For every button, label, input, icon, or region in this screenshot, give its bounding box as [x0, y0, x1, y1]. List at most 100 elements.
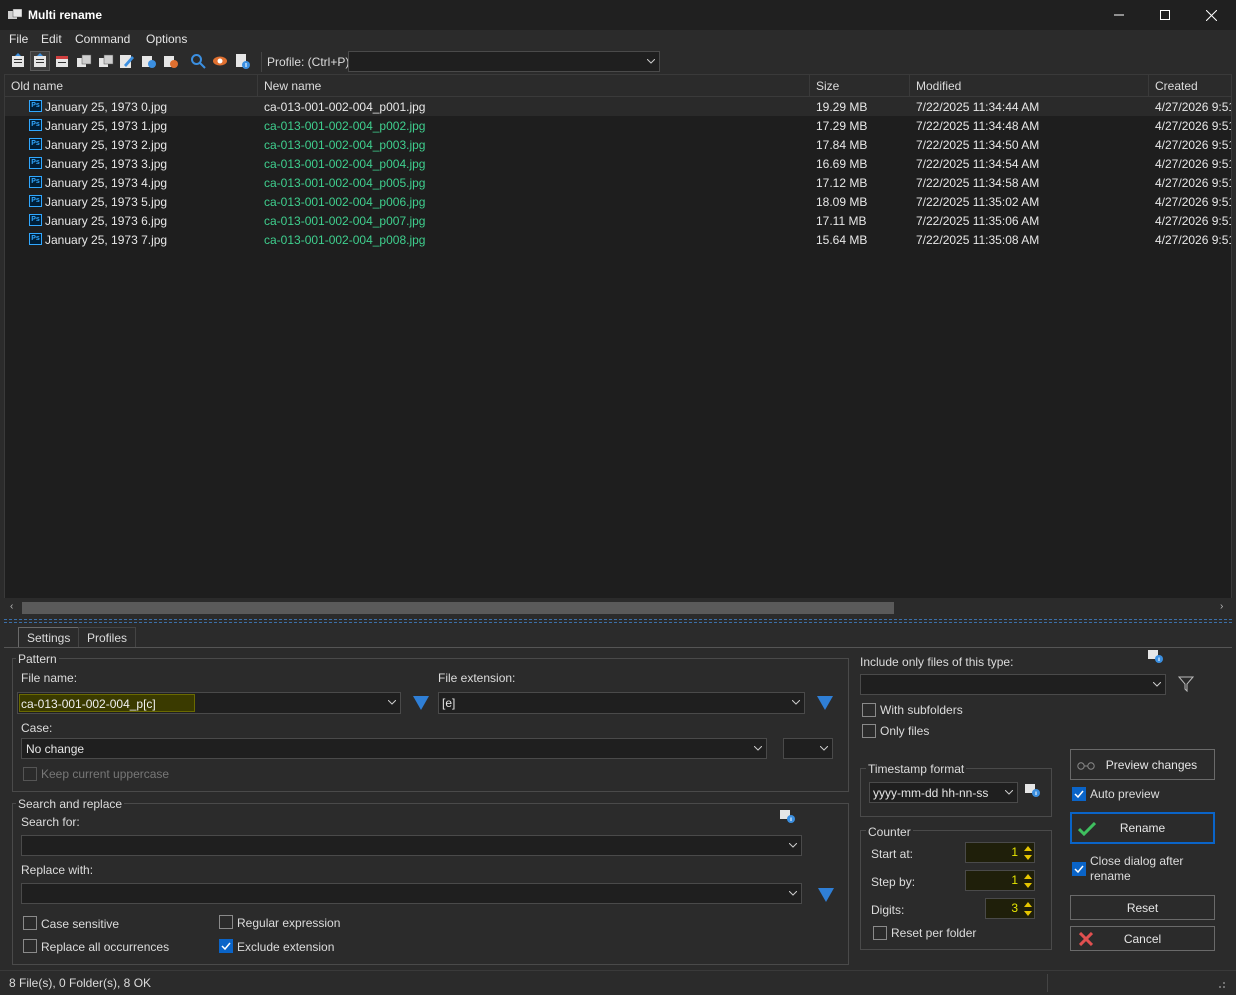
- modified-cell: 7/22/2025 11:34:48 AM: [916, 119, 1040, 133]
- tab-settings[interactable]: Settings: [18, 627, 80, 647]
- only-files-checkbox[interactable]: [862, 724, 876, 738]
- file-info-icon[interactable]: [234, 53, 250, 69]
- regex-checkbox[interactable]: [219, 915, 233, 929]
- created-cell: 4/27/2026 9:51:: [1155, 233, 1231, 247]
- copy-new-names-icon[interactable]: [98, 53, 114, 69]
- chevron-down-icon: [388, 700, 396, 705]
- maximize-button[interactable]: [1142, 0, 1188, 30]
- size-cell: 19.29 MB: [816, 100, 868, 114]
- chevron-down-icon: [754, 745, 762, 751]
- insert-replace-placeholder-icon[interactable]: [818, 888, 834, 902]
- app-icon: [8, 9, 22, 19]
- file-extension-input[interactable]: [e]: [438, 692, 805, 714]
- new-name-cell: ca-013-001-002-004_p002.jpg: [264, 119, 426, 133]
- copy-names-icon[interactable]: [76, 53, 92, 69]
- plugin-icon[interactable]: [140, 53, 156, 69]
- spin-arrows-icon[interactable]: [1024, 901, 1032, 917]
- close-after-rename-checkbox[interactable]: [1072, 862, 1086, 876]
- table-row[interactable]: Ps January 25, 1973 2.jpg ca-013-001-002-0…: [5, 135, 1231, 154]
- keep-uppercase-checkbox[interactable]: [23, 767, 37, 781]
- menu-options[interactable]: Options: [146, 32, 187, 46]
- scroll-right-icon[interactable]: ›: [1220, 601, 1223, 612]
- file-extension-label: File extension:: [438, 671, 516, 685]
- exclude-extension-checkbox[interactable]: [219, 939, 233, 953]
- tab-profiles[interactable]: Profiles: [78, 627, 137, 647]
- table-row[interactable]: Ps January 25, 1973 5.jpg ca-013-001-002-0…: [5, 192, 1231, 211]
- photoshop-file-icon: Ps: [29, 176, 42, 188]
- file-info-icon[interactable]: [780, 810, 796, 824]
- timestamp-format-value: yyyy-mm-dd hh-nn-ss: [873, 786, 989, 800]
- table-row[interactable]: Ps January 25, 1973 0.jpg ca-013-001-002-0…: [5, 97, 1231, 116]
- edit-file-icon[interactable]: [118, 53, 134, 69]
- insert-extension-placeholder-icon[interactable]: [817, 696, 833, 710]
- table-row[interactable]: Ps January 25, 1973 4.jpg ca-013-001-002-0…: [5, 173, 1231, 192]
- search-icon[interactable]: [190, 53, 206, 69]
- column-modified[interactable]: Modified: [910, 75, 1149, 97]
- auto-preview-checkbox[interactable]: [1072, 787, 1086, 801]
- splitter[interactable]: [4, 619, 1232, 623]
- table-row[interactable]: Ps January 25, 1973 7.jpg ca-013-001-002-0…: [5, 230, 1231, 249]
- cancel-button[interactable]: Cancel: [1070, 926, 1215, 951]
- minimize-button[interactable]: [1096, 0, 1142, 30]
- search-for-input[interactable]: [21, 835, 802, 856]
- column-old-name[interactable]: Old name: [5, 75, 258, 97]
- spin-arrows-icon[interactable]: [1024, 873, 1032, 889]
- profile-label: Profile: (Ctrl+P): [267, 55, 350, 69]
- filter-icon[interactable]: [1178, 676, 1194, 692]
- resize-grip-icon[interactable]: [1216, 979, 1226, 989]
- toolbar: Profile: (Ctrl+P): [0, 50, 1236, 74]
- rename-button[interactable]: Rename: [1070, 812, 1215, 844]
- column-size[interactable]: Size: [810, 75, 910, 97]
- undo-rename-icon[interactable]: [54, 53, 70, 69]
- preview-changes-button[interactable]: Preview changes: [1070, 749, 1215, 780]
- status-bar: 8 File(s), 0 Folder(s), 8 OK: [0, 970, 1236, 995]
- file-list[interactable]: Old name New name Size Modified Created …: [4, 74, 1232, 618]
- file-info-icon[interactable]: [1148, 650, 1164, 664]
- table-row[interactable]: Ps January 25, 1973 6.jpg ca-013-001-002-0…: [5, 211, 1231, 230]
- file-type-select[interactable]: [860, 674, 1166, 695]
- file-name-input[interactable]: ca-013-001-002-004_p[c]: [17, 692, 401, 714]
- menu-edit[interactable]: Edit: [41, 32, 62, 46]
- case-option-select[interactable]: [783, 738, 833, 759]
- spin-arrows-icon[interactable]: [1024, 845, 1032, 861]
- horizontal-scrollbar[interactable]: ‹ ›: [4, 598, 1232, 618]
- view-icon[interactable]: [212, 53, 228, 69]
- load-names-icon[interactable]: [10, 53, 26, 69]
- file-info-icon[interactable]: [1025, 784, 1041, 798]
- search-replace-group-label: Search and replace: [16, 797, 125, 811]
- replace-all-label: Replace all occurrences: [41, 940, 170, 954]
- reset-button[interactable]: Reset: [1070, 895, 1215, 920]
- table-row[interactable]: Ps January 25, 1973 3.jpg ca-013-001-002-0…: [5, 154, 1231, 173]
- case-select[interactable]: No change: [21, 738, 767, 759]
- reset-per-folder-checkbox[interactable]: [873, 926, 887, 940]
- close-button[interactable]: [1188, 0, 1234, 30]
- chevron-down-icon: [1005, 789, 1013, 795]
- table-row[interactable]: Ps January 25, 1973 1.jpg ca-013-001-002-0…: [5, 116, 1231, 135]
- scroll-left-icon[interactable]: ‹: [10, 601, 13, 612]
- insert-placeholder-icon[interactable]: [413, 696, 429, 710]
- column-created[interactable]: Created: [1149, 75, 1231, 97]
- menu-file[interactable]: File: [9, 32, 28, 46]
- checkmark-icon: [1074, 790, 1084, 799]
- photoshop-file-icon: Ps: [29, 138, 42, 150]
- created-cell: 4/27/2026 9:51:: [1155, 138, 1231, 152]
- old-name-cell: January 25, 1973 4.jpg: [45, 176, 168, 190]
- auto-preview-label: Auto preview: [1090, 787, 1160, 801]
- replace-with-input[interactable]: [21, 883, 802, 904]
- column-new-name[interactable]: New name: [258, 75, 810, 97]
- regex-label: Regular expression: [237, 916, 341, 930]
- timestamp-group-label: Timestamp format: [866, 762, 967, 776]
- old-name-cell: January 25, 1973 3.jpg: [45, 157, 168, 171]
- timestamp-format-select[interactable]: yyyy-mm-dd hh-nn-ss: [869, 782, 1018, 803]
- exclude-extension-label: Exclude extension: [237, 940, 335, 954]
- pattern-group-label: Pattern: [16, 652, 59, 666]
- scrollbar-thumb[interactable]: [22, 602, 894, 614]
- menu-command[interactable]: Command: [75, 32, 130, 46]
- plugin-settings-icon[interactable]: [162, 53, 178, 69]
- size-cell: 17.12 MB: [816, 176, 868, 190]
- with-subfolders-checkbox[interactable]: [862, 703, 876, 717]
- replace-all-checkbox[interactable]: [23, 939, 37, 953]
- case-sensitive-checkbox[interactable]: [23, 916, 37, 930]
- profile-combo[interactable]: [348, 51, 660, 72]
- edit-names-icon[interactable]: [32, 53, 48, 69]
